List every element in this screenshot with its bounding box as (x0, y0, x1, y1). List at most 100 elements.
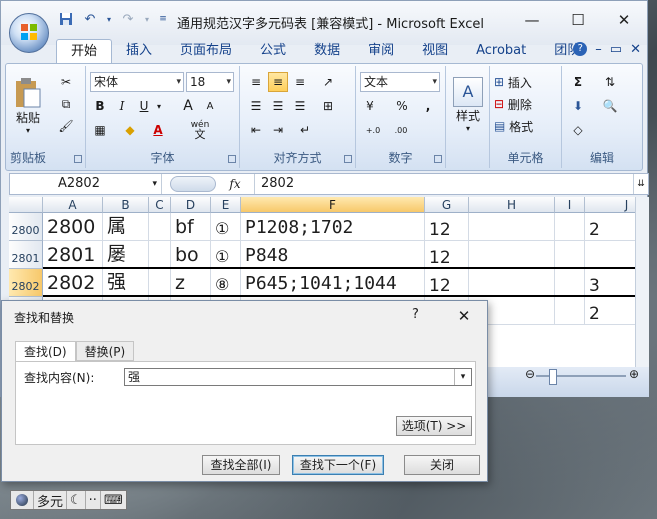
align-bottom-icon[interactable]: ≡ (290, 72, 310, 92)
tab-review[interactable]: 审阅 (354, 39, 408, 63)
column-header-i[interactable]: I (555, 197, 585, 213)
column-header-j[interactable]: J (585, 197, 635, 213)
fill-icon[interactable]: ⬇ (568, 96, 588, 116)
merge-center-icon[interactable]: ⊞ (318, 96, 338, 116)
cell-i[interactable] (555, 297, 585, 325)
row-header[interactable]: 2801 (9, 241, 43, 269)
cell-e[interactable]: ① (211, 241, 241, 269)
find-next-button[interactable]: 查找下一个(F) (292, 455, 384, 475)
italic-button[interactable]: I (112, 96, 132, 116)
comma-button[interactable]: , (418, 96, 438, 116)
cell-a[interactable]: 2801 (43, 241, 103, 269)
save-icon[interactable] (57, 11, 75, 27)
minimize-button[interactable]: — (509, 5, 555, 35)
cell-f[interactable]: P848 (241, 241, 425, 269)
row-header[interactable]: 2800 (9, 213, 43, 241)
column-header-g[interactable]: G (425, 197, 469, 213)
tab-replace[interactable]: 替换(P) (75, 341, 135, 361)
phonetic-button[interactable]: wén 文 (182, 120, 218, 141)
font-name-combo[interactable]: 宋体 ▾ (90, 72, 184, 92)
autosum-icon[interactable]: Σ (568, 72, 588, 92)
alignment-launcher-icon[interactable] (344, 155, 352, 163)
cell-j[interactable]: 2 (585, 213, 635, 241)
cell-g[interactable]: 12 (425, 269, 469, 297)
ime-mode[interactable]: 多元 (34, 491, 68, 510)
cell-e[interactable]: ⑧ (211, 269, 241, 297)
insert-cells-button[interactable]: ⊞ 插入 (494, 72, 532, 92)
column-header-h[interactable]: H (469, 197, 555, 213)
tab-page-layout[interactable]: 页面布局 (166, 39, 246, 63)
ime-logo-icon[interactable] (11, 491, 34, 509)
help-icon[interactable]: ? (573, 42, 588, 56)
align-right-icon[interactable]: ☰ (290, 96, 310, 116)
shrink-font-button[interactable]: A (200, 96, 220, 116)
cell-c[interactable] (149, 241, 171, 269)
currency-icon[interactable]: ¥ (360, 96, 380, 116)
cell-a[interactable]: 2802 (43, 269, 103, 297)
font-size-combo[interactable]: 18 ▾ (186, 72, 234, 92)
cell-h[interactable] (469, 213, 555, 241)
orientation-icon[interactable]: ↗ (318, 72, 338, 92)
align-middle-icon[interactable]: ≡ (268, 72, 288, 92)
tab-find[interactable]: 查找(D) (15, 341, 76, 362)
decrease-decimal-icon[interactable]: .00 (388, 120, 414, 140)
customize-qat-icon[interactable]: ≡ (157, 11, 169, 27)
cell-g[interactable]: 12 (425, 213, 469, 241)
chevron-down-icon[interactable]: ▾ (454, 369, 471, 385)
cell-i[interactable] (555, 269, 585, 297)
zoom-out-icon[interactable]: ⊖ (525, 367, 535, 381)
column-header-c[interactable]: C (149, 197, 171, 213)
underline-button[interactable]: U (134, 96, 154, 116)
cell-i[interactable] (555, 241, 585, 269)
percent-button[interactable]: % (392, 96, 412, 116)
align-top-icon[interactable]: ≡ (246, 72, 266, 92)
underline-dropdown-icon[interactable]: ▾ (154, 96, 164, 116)
bold-button[interactable]: B (90, 96, 110, 116)
format-cells-button[interactable]: ▤ 格式 (494, 116, 533, 136)
cell-g[interactable]: 12 (425, 241, 469, 269)
align-center-icon[interactable]: ☰ (268, 96, 288, 116)
paste-button[interactable]: 粘贴 ▾ (10, 70, 46, 142)
find-select-icon[interactable]: 🔍 (600, 96, 620, 116)
wrap-text-icon[interactable]: ↵ (290, 120, 320, 140)
clear-icon[interactable]: ◇ (568, 120, 588, 140)
sort-filter-icon[interactable]: ⇅ (600, 72, 620, 92)
increase-indent-icon[interactable]: ⇥ (268, 120, 288, 140)
font-color-button[interactable]: A (148, 120, 168, 140)
find-all-button[interactable]: 查找全部(I) (202, 455, 280, 475)
office-button[interactable] (9, 13, 49, 53)
cell-i[interactable] (555, 213, 585, 241)
borders-icon[interactable]: ▦ (90, 120, 110, 140)
insert-function-icon[interactable]: fx (220, 174, 250, 194)
find-what-input[interactable]: 强 ▾ (124, 368, 472, 386)
undo-dropdown-icon[interactable]: ▾ (105, 11, 113, 27)
tab-formulas[interactable]: 公式 (246, 39, 300, 63)
ribbon-minimize-icon[interactable]: – (595, 42, 602, 57)
column-header-a[interactable]: A (43, 197, 103, 213)
align-left-icon[interactable]: ☰ (246, 96, 266, 116)
cell-b[interactable]: 强 (103, 269, 149, 297)
redo-icon[interactable]: ↷ (119, 11, 137, 27)
cell-b[interactable]: 屡 (103, 241, 149, 269)
tab-insert[interactable]: 插入 (112, 39, 166, 63)
formula-input[interactable]: 2802 (254, 174, 634, 194)
cell-h[interactable] (469, 269, 555, 297)
tab-home[interactable]: 开始 (56, 39, 113, 63)
format-painter-icon[interactable]: 🖌 (56, 116, 76, 136)
cell-h[interactable] (469, 241, 555, 269)
cell-j[interactable]: 2 (585, 297, 635, 325)
zoom-in-icon[interactable]: ⊕ (629, 367, 639, 381)
select-all-corner[interactable] (9, 197, 43, 213)
close-button[interactable]: ✕ (601, 5, 647, 35)
tab-acrobat[interactable]: Acrobat (462, 39, 540, 63)
ime-punctuation-icon[interactable]: ·· (86, 491, 101, 509)
tab-view[interactable]: 视图 (408, 39, 462, 63)
name-box[interactable]: A2802 ▾ (10, 174, 162, 194)
delete-cells-button[interactable]: ⊟ 删除 (494, 94, 532, 114)
column-header-b[interactable]: B (103, 197, 149, 213)
number-format-combo[interactable]: 文本 ▾ (360, 72, 440, 92)
tab-data[interactable]: 数据 (300, 39, 354, 63)
number-launcher-icon[interactable] (434, 155, 442, 163)
cell-f[interactable]: P1208;1702 (241, 213, 425, 241)
cell-e[interactable]: ① (211, 213, 241, 241)
